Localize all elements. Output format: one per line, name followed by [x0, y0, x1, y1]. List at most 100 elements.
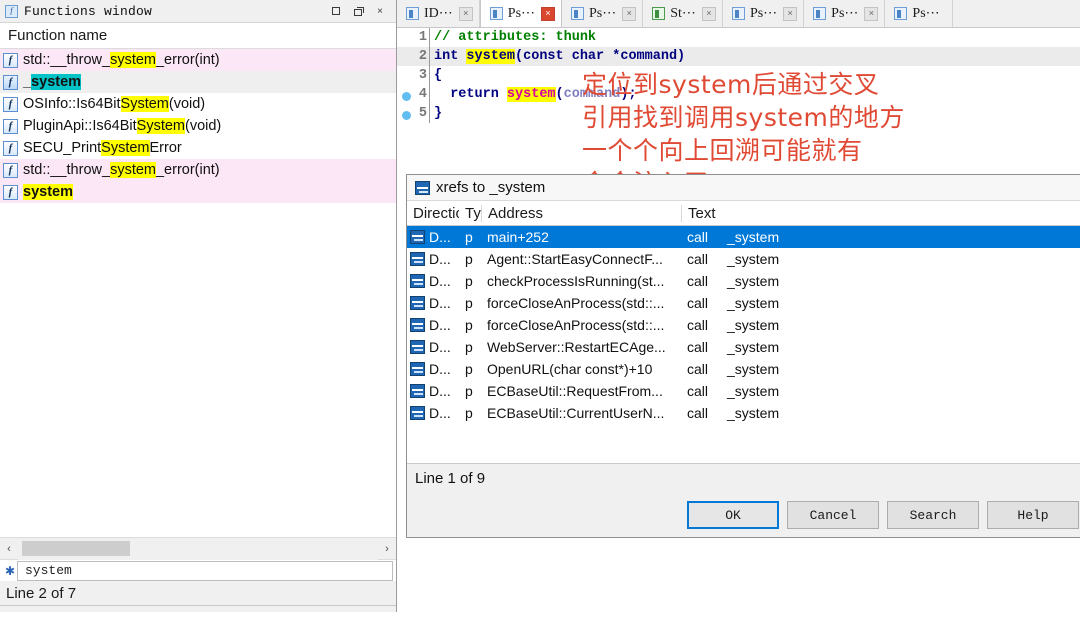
function-name-column-header[interactable]: Function name [0, 23, 396, 49]
xref-text-opcode: call [687, 405, 727, 421]
xref-text-operand: _system [727, 251, 779, 267]
functions-window: f Functions window × Function name fstd:… [0, 0, 397, 612]
xref-icon [410, 296, 425, 310]
xref-row[interactable]: D...pmain+252call_system [407, 226, 1080, 248]
xref-row[interactable]: D...pcheckProcessIsRunning(st...call_sys… [407, 270, 1080, 292]
xref-type-cell: p [459, 361, 481, 377]
xref-row[interactable]: D...pOpenURL(char const*)+10call_system [407, 358, 1080, 380]
editor-tab[interactable]: Ps⋯× [723, 0, 804, 27]
editor-tab[interactable]: ID⋯× [397, 0, 480, 27]
xrefs-dialog: xrefs to _system Directio Ty Address Tex… [406, 174, 1080, 538]
xref-address-cell: Agent::StartEasyConnectF... [481, 251, 681, 267]
xrefs-dialog-buttons: OK Cancel Search Help [407, 493, 1080, 537]
maximize-button[interactable] [326, 2, 346, 20]
cancel-button[interactable]: Cancel [787, 501, 879, 529]
function-list-item[interactable]: fPluginApi::Is64BitSystem(void) [0, 115, 396, 137]
xref-text-cell: call_system [681, 405, 1080, 421]
function-icon: f [3, 141, 18, 156]
xref-address-cell: checkProcessIsRunning(st... [481, 273, 681, 289]
function-icon: f [3, 185, 18, 200]
tab-close-icon[interactable]: × [864, 7, 878, 21]
annotation-line: 定位到system后通过交叉 [582, 68, 1012, 101]
breakpoint-icon[interactable] [402, 92, 411, 101]
tab-close-icon[interactable]: × [702, 7, 716, 21]
xref-text-cell: call_system [681, 295, 1080, 311]
function-list-item[interactable]: fstd::__throw_system_error(int) [0, 49, 396, 71]
xref-text-operand: _system [727, 317, 779, 333]
ida-window-icon: f [5, 5, 18, 18]
line-number: 4 [397, 87, 429, 102]
function-icon: f [3, 163, 18, 178]
editor-tabstrip[interactable]: ID⋯×Ps⋯×Ps⋯×St⋯×Ps⋯×Ps⋯×Ps⋯ [397, 0, 1080, 28]
structures-icon [652, 7, 665, 20]
screenshot-root: f Functions window × Function name fstd:… [0, 0, 1080, 619]
xref-address-cell: ECBaseUtil::CurrentUserN... [481, 405, 681, 421]
breakpoint-icon[interactable] [402, 111, 411, 120]
xref-icon [410, 318, 425, 332]
editor-tab[interactable]: Ps⋯× [562, 0, 643, 27]
annotation-line: 一个个向上回溯可能就有 [582, 134, 1012, 167]
xref-direction-label: D... [429, 273, 451, 289]
line-number: 2 [397, 49, 429, 64]
restore-button[interactable] [348, 2, 368, 20]
xref-direction-label: D... [429, 229, 451, 245]
close-button[interactable]: × [370, 2, 390, 20]
help-button[interactable]: Help [987, 501, 1079, 529]
scrollbar-thumb[interactable] [22, 541, 130, 556]
scroll-right-icon[interactable]: › [378, 543, 396, 555]
xref-row[interactable]: D...pECBaseUtil::CurrentUserN...call_sys… [407, 402, 1080, 424]
xref-text-cell: call_system [681, 229, 1080, 245]
search-button[interactable]: Search [887, 501, 979, 529]
gutter-divider [429, 85, 430, 104]
filter-asterisk-icon[interactable]: ✱ [3, 565, 17, 577]
function-list-item[interactable]: f_system [0, 71, 396, 93]
xref-text-cell: call_system [681, 361, 1080, 377]
filter-input[interactable]: system [17, 561, 393, 581]
xref-text-cell: call_system [681, 251, 1080, 267]
xref-direction-cell: D... [407, 273, 459, 289]
tab-close-icon[interactable]: × [783, 7, 797, 21]
gutter-divider [429, 104, 430, 123]
function-list-item[interactable]: fOSInfo::Is64BitSystem(void) [0, 93, 396, 115]
scrollbar-track[interactable] [18, 538, 378, 560]
code-line[interactable]: 1// attributes: thunk [397, 28, 1080, 47]
functions-horizontal-scrollbar[interactable]: ‹ › [0, 537, 396, 559]
editor-tab[interactable]: Ps⋯× [480, 0, 562, 27]
function-list-item[interactable]: fSECU_PrintSystemError [0, 137, 396, 159]
editor-tab[interactable]: St⋯× [643, 0, 723, 27]
column-header-type[interactable]: Ty [459, 205, 481, 222]
xref-row[interactable]: D...pECBaseUtil::RequestFrom...call_syst… [407, 380, 1080, 402]
scroll-left-icon[interactable]: ‹ [0, 543, 18, 555]
tab-close-icon[interactable]: × [541, 7, 555, 21]
function-list-item[interactable]: fstd::__throw_system_error(int) [0, 159, 396, 181]
xref-text-opcode: call [687, 383, 727, 399]
xref-row[interactable]: D...pAgent::StartEasyConnectF...call_sys… [407, 248, 1080, 270]
editor-tab[interactable]: Ps⋯ [885, 0, 952, 27]
xref-type-cell: p [459, 405, 481, 421]
code-line[interactable]: 2int system(const char *command) [397, 47, 1080, 66]
xref-text-opcode: call [687, 251, 727, 267]
xref-row[interactable]: D...pforceCloseAnProcess(std::...call_sy… [407, 314, 1080, 336]
xref-text-operand: _system [727, 361, 779, 377]
function-list-item[interactable]: fsystem [0, 181, 396, 203]
annotation-line: 引用找到调用system的地方 [582, 101, 1012, 134]
tab-close-icon[interactable]: × [459, 7, 473, 21]
code-line-text: } [434, 106, 442, 121]
xref-text-opcode: call [687, 295, 727, 311]
functions-status-bar: Line 2 of 7 [0, 581, 396, 605]
functions-list[interactable]: fstd::__throw_system_error(int)f_systemf… [0, 49, 396, 537]
editor-tab[interactable]: Ps⋯× [804, 0, 885, 27]
tab-close-icon[interactable]: × [622, 7, 636, 21]
xref-row[interactable]: D...pforceCloseAnProcess(std::...call_sy… [407, 292, 1080, 314]
gutter-divider [429, 28, 430, 47]
xref-direction-cell: D... [407, 317, 459, 333]
xref-direction-label: D... [429, 295, 451, 311]
column-header-direction[interactable]: Directio [407, 205, 459, 222]
xref-row[interactable]: D...pWebServer::RestartECAge...call_syst… [407, 336, 1080, 358]
xrefs-list[interactable]: D...pmain+252call_systemD...pAgent::Star… [407, 226, 1080, 463]
column-header-text[interactable]: Text [681, 205, 1080, 222]
ok-button[interactable]: OK [687, 501, 779, 529]
xref-address-cell: WebServer::RestartECAge... [481, 339, 681, 355]
column-header-address[interactable]: Address [481, 205, 681, 222]
xref-direction-cell: D... [407, 251, 459, 267]
